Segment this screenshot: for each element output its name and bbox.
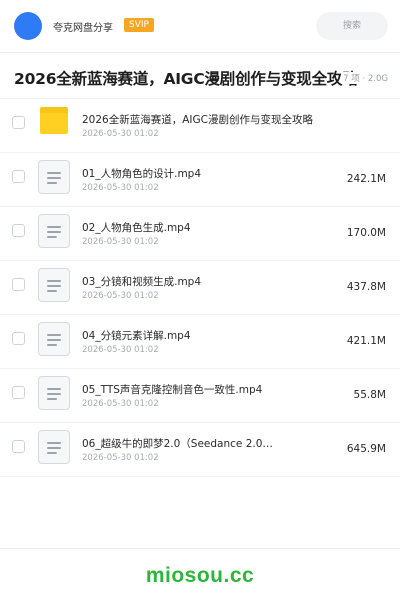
item-size: 421.1M xyxy=(346,335,386,347)
title-bar: 2026全新蓝海赛道，AIGC漫剧创作与变现全攻略 7 项 · 2.0G xyxy=(0,53,400,99)
document-lines-icon xyxy=(38,322,70,356)
document-lines-icon xyxy=(38,214,70,248)
list-item-folder[interactable]: 2026全新蓝海赛道，AIGC漫剧创作与变现全攻略 2026-05-30 01:… xyxy=(0,99,400,153)
item-date: 2026-05-30 01:02 xyxy=(82,345,159,355)
file-list: 2026全新蓝海赛道，AIGC漫剧创作与变现全攻略 2026-05-30 01:… xyxy=(0,99,400,477)
site-watermark: miosou.cc xyxy=(145,564,255,587)
document-lines-icon xyxy=(38,430,70,464)
item-size: 170.0M xyxy=(346,227,386,239)
item-date: 2026-05-30 01:02 xyxy=(82,399,159,409)
header: 夸克网盘分享 SVIP 搜索 xyxy=(0,0,400,52)
share-owner-name: 夸克网盘分享 xyxy=(53,23,113,34)
item-date: 2026-05-30 01:02 xyxy=(82,237,159,247)
select-checkbox[interactable] xyxy=(12,224,25,237)
item-name: 2026全新蓝海赛道，AIGC漫剧创作与变现全攻略 xyxy=(82,114,313,126)
avatar[interactable] xyxy=(14,12,42,40)
item-date: 2026-05-30 01:02 xyxy=(82,291,159,301)
document-lines-icon xyxy=(38,268,70,302)
item-date: 2026-05-30 01:02 xyxy=(82,453,159,463)
select-checkbox[interactable] xyxy=(12,332,25,345)
list-item[interactable]: 04_分镜元素详解.mp4 2026-05-30 01:02 421.1M xyxy=(0,315,400,369)
list-item[interactable]: 03_分镜和视频生成.mp4 2026-05-30 01:02 437.8M xyxy=(0,261,400,315)
item-size: 437.8M xyxy=(346,281,386,293)
item-date: 2026-05-30 01:02 xyxy=(82,183,159,193)
item-size: 645.9M xyxy=(346,443,386,455)
page-title: 2026全新蓝海赛道，AIGC漫剧创作与变现全攻略 xyxy=(14,70,358,88)
item-name: 05_TTS声音克隆控制音色一致性.mp4 xyxy=(82,384,263,396)
search-input[interactable]: 搜索 xyxy=(316,12,388,40)
list-item[interactable]: 02_人物角色生成.mp4 2026-05-30 01:02 170.0M xyxy=(0,207,400,261)
item-name: 02_人物角色生成.mp4 xyxy=(82,222,191,234)
item-size: 55.8M xyxy=(353,389,386,401)
select-checkbox[interactable] xyxy=(12,170,25,183)
item-size: 242.1M xyxy=(346,173,386,185)
item-name: 06_超级牛的即梦2.0（Seedance 2.0… xyxy=(82,438,273,450)
select-checkbox[interactable] xyxy=(12,386,25,399)
list-item[interactable]: 06_超级牛的即梦2.0（Seedance 2.0… 2026-05-30 01… xyxy=(0,423,400,477)
select-checkbox[interactable] xyxy=(12,278,25,291)
item-name: 01_人物角色的设计.mp4 xyxy=(82,168,202,180)
select-checkbox[interactable] xyxy=(12,440,25,453)
select-checkbox[interactable] xyxy=(12,116,25,129)
list-item[interactable]: 01_人物角色的设计.mp4 2026-05-30 01:02 242.1M xyxy=(0,153,400,207)
document-lines-icon xyxy=(38,160,70,194)
item-date: 2026-05-30 01:02 xyxy=(82,129,159,139)
svip-badge: SVIP xyxy=(124,18,154,32)
divider xyxy=(0,548,400,549)
folder-icon xyxy=(38,106,70,140)
item-name: 04_分镜元素详解.mp4 xyxy=(82,330,191,342)
item-count-and-size: 7 项 · 2.0G xyxy=(341,72,388,84)
item-name: 03_分镜和视频生成.mp4 xyxy=(82,276,202,288)
document-lines-icon xyxy=(38,376,70,410)
list-item[interactable]: 05_TTS声音克隆控制音色一致性.mp4 2026-05-30 01:02 5… xyxy=(0,369,400,423)
